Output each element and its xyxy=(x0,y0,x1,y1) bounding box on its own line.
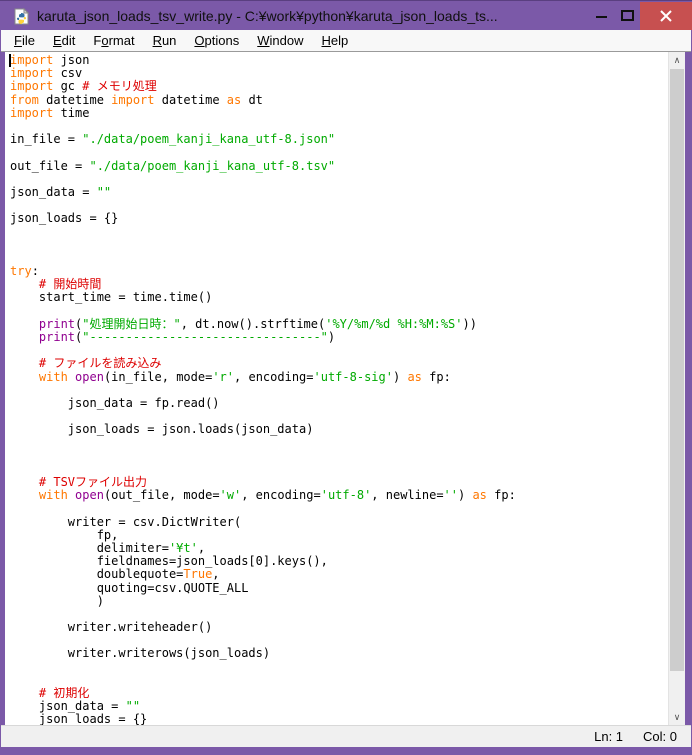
chevron-up-icon: ∧ xyxy=(674,55,681,66)
scroll-down-button[interactable]: ∨ xyxy=(669,709,685,726)
code-line xyxy=(10,239,668,252)
menu-item-file[interactable]: File xyxy=(5,31,44,50)
window-title: karuta_json_loads_tsv_write.py - C:¥work… xyxy=(37,8,498,24)
scrollbar-thumb[interactable] xyxy=(670,69,684,671)
code-line: json_loads = json.loads(json_data) xyxy=(10,423,668,436)
maximize-button[interactable] xyxy=(614,1,640,29)
text-cursor xyxy=(9,54,11,67)
close-icon xyxy=(660,10,672,22)
status-column-number: Col: 0 xyxy=(637,729,691,744)
title-bar[interactable]: karuta_json_loads_tsv_write.py - C:¥work… xyxy=(0,0,692,31)
menu-item-window[interactable]: Window xyxy=(248,31,312,50)
code-line: import json xyxy=(10,54,668,67)
code-line: writer.writeheader() xyxy=(10,621,668,634)
code-line xyxy=(10,450,668,463)
code-line: json_data = fp.read() xyxy=(10,397,668,410)
code-line: writer.writerows(json_loads) xyxy=(10,647,668,660)
code-line: ) xyxy=(10,595,668,608)
code-line: in_file = "./data/poem_kanji_kana_utf-8.… xyxy=(10,133,668,146)
code-line: with open(in_file, mode='r', encoding='u… xyxy=(10,371,668,384)
code-editor[interactable]: import jsonimport csvimport gc # メモリ処理fr… xyxy=(5,52,668,726)
minimize-button[interactable] xyxy=(588,1,614,29)
code-line: with open(out_file, mode='w', encoding='… xyxy=(10,489,668,502)
code-line xyxy=(10,661,668,674)
menu-item-edit[interactable]: Edit xyxy=(44,31,84,50)
status-bar: Ln: 1 Col: 0 xyxy=(1,725,691,747)
code-line xyxy=(10,252,668,265)
status-line-number: Ln: 1 xyxy=(588,729,637,744)
menu-item-help[interactable]: Help xyxy=(313,31,358,50)
chevron-down-icon: ∨ xyxy=(674,712,681,723)
minimize-icon xyxy=(596,10,607,20)
code-line: try: xyxy=(10,265,668,278)
code-line: out_file = "./data/poem_kanji_kana_utf-8… xyxy=(10,160,668,173)
code-line xyxy=(10,674,668,687)
python-file-icon xyxy=(13,8,30,25)
code-line: json_loads = {} xyxy=(10,212,668,225)
code-line: start_time = time.time() xyxy=(10,291,668,304)
vertical-scrollbar[interactable]: ∧ ∨ xyxy=(668,52,685,726)
code-line xyxy=(10,225,668,238)
menu-item-run[interactable]: Run xyxy=(144,31,186,50)
menu-item-format[interactable]: Format xyxy=(84,31,143,50)
code-line: json_data = "" xyxy=(10,186,668,199)
close-button[interactable] xyxy=(640,2,692,30)
code-line: quoting=csv.QUOTE_ALL xyxy=(10,582,668,595)
idle-editor-window: karuta_json_loads_tsv_write.py - C:¥work… xyxy=(0,0,692,755)
scroll-up-button[interactable]: ∧ xyxy=(669,52,685,69)
main-area: import jsonimport csvimport gc # メモリ処理fr… xyxy=(5,52,685,726)
code-line: import time xyxy=(10,107,668,120)
menu-item-options[interactable]: Options xyxy=(185,31,248,50)
code-line xyxy=(10,436,668,449)
menu-bar: FileEditFormatRunOptionsWindowHelp xyxy=(1,30,691,52)
code-line: print("--------------------------------"… xyxy=(10,331,668,344)
maximize-icon xyxy=(621,10,634,21)
code-line: from datetime import datetime as dt xyxy=(10,94,668,107)
